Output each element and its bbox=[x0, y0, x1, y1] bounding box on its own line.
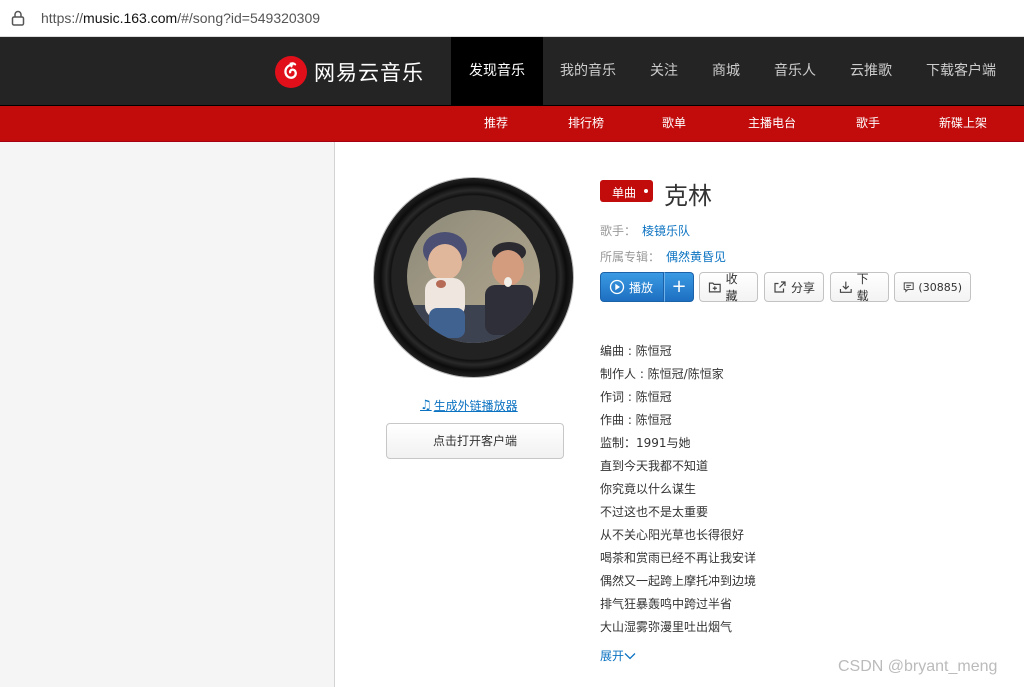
single-badge: 单曲 bbox=[600, 180, 653, 202]
song-title: 克林 bbox=[664, 182, 712, 210]
address-bar[interactable]: https://music.163.com/#/song?id=54932030… bbox=[0, 0, 1024, 37]
download-button[interactable]: 下载 bbox=[830, 272, 889, 303]
lyric-line: 偶然又一起跨上摩托冲到边境 bbox=[600, 574, 757, 588]
lyric-line: 排气狂暴轰鸣中跨过半省 bbox=[600, 597, 733, 611]
collect-label: 收藏 bbox=[725, 272, 738, 303]
generate-player-label: 生成外链播放器 bbox=[433, 399, 518, 413]
lyric-line: 喝茶和赏雨已经不再让我安详 bbox=[600, 551, 757, 565]
collect-button[interactable]: 收藏 bbox=[699, 272, 758, 303]
nav-discover[interactable]: 发现音乐 bbox=[451, 37, 543, 106]
download-label: 下载 bbox=[856, 272, 869, 303]
subnav-radio[interactable]: 主播电台 bbox=[748, 106, 796, 141]
expand-lyrics-link[interactable]: 展开 bbox=[600, 647, 636, 664]
nav-promote[interactable]: 云推歌 bbox=[833, 37, 909, 106]
top-nav-bar: 网易云音乐 发现音乐 我的音乐 关注 商城 音乐人 云推歌 下载客户端 bbox=[0, 37, 1024, 106]
artist-label: 歌手： bbox=[600, 224, 637, 238]
nav-download-client[interactable]: 下载客户端 bbox=[909, 37, 1013, 106]
comments-count: (30885) bbox=[918, 280, 962, 294]
lyrics-block: 编曲 : 陈恒冠 制作人 : 陈恒冠/陈恒家 作词 : 陈恒冠 作曲 : 陈恒冠… bbox=[600, 340, 756, 639]
subnav-new-albums[interactable]: 新碟上架 bbox=[939, 106, 987, 141]
lyric-line: 不过这也不是太重要 bbox=[600, 505, 709, 519]
sub-nav-bar: 推荐 排行榜 歌单 主播电台 歌手 新碟上架 bbox=[0, 106, 1024, 142]
collect-icon bbox=[708, 282, 721, 293]
share-button[interactable]: 分享 bbox=[764, 272, 824, 302]
share-icon bbox=[774, 281, 786, 293]
nav-follow[interactable]: 关注 bbox=[633, 37, 695, 106]
single-badge-label: 单曲 bbox=[612, 186, 637, 200]
lock-icon bbox=[11, 10, 25, 26]
album-label: 所属专辑： bbox=[600, 250, 661, 264]
lyric-line: 你究竟以什么谋生 bbox=[600, 482, 697, 496]
play-icon bbox=[609, 279, 625, 295]
expand-label: 展开 bbox=[600, 649, 625, 663]
add-to-playlist-button[interactable]: + bbox=[664, 272, 694, 302]
generate-player-link[interactable]: ♫ 生成外链播放器 bbox=[420, 397, 518, 414]
artist-link[interactable]: 棱镜乐队 bbox=[642, 224, 690, 238]
url-path: /#/song?id=549320309 bbox=[177, 10, 321, 26]
lyric-line: 编曲 : 陈恒冠 bbox=[600, 344, 672, 358]
album-row: 所属专辑： 偶然黄昏见 bbox=[600, 248, 726, 265]
music-note-icon: ♫ bbox=[420, 398, 432, 413]
open-client-button[interactable]: 点击打开客户端 bbox=[386, 423, 564, 459]
nav-my-music[interactable]: 我的音乐 bbox=[543, 37, 633, 106]
subnav-playlists[interactable]: 歌单 bbox=[662, 106, 686, 141]
lyric-line: 作曲 : 陈恒冠 bbox=[600, 413, 672, 427]
main-nav: 发现音乐 我的音乐 关注 商城 音乐人 云推歌 下载客户端 bbox=[451, 37, 1013, 106]
play-label: 播放 bbox=[629, 280, 654, 295]
lyric-line: 大山湿雾弥漫里吐出烟气 bbox=[600, 620, 733, 634]
url-host: music.163.com bbox=[83, 10, 178, 26]
brand-logo[interactable]: 网易云音乐 bbox=[275, 55, 424, 89]
lyric-line: 作词 : 陈恒冠 bbox=[600, 390, 672, 404]
netease-music-icon bbox=[275, 56, 307, 88]
watermark: CSDN @bryant_meng bbox=[838, 658, 998, 675]
artist-row: 歌手： 棱镜乐队 bbox=[600, 222, 690, 239]
nav-musician[interactable]: 音乐人 bbox=[757, 37, 833, 106]
url-prefix: https:// bbox=[41, 10, 84, 26]
download-icon bbox=[839, 281, 852, 293]
subnav-recommend[interactable]: 推荐 bbox=[484, 106, 508, 141]
comment-icon bbox=[903, 282, 914, 293]
lyric-line: 直到今天我都不知道 bbox=[600, 459, 709, 473]
comments-button[interactable]: (30885) bbox=[894, 272, 971, 302]
play-button[interactable]: 播放 bbox=[600, 272, 664, 302]
chevron-down-icon bbox=[624, 652, 636, 659]
album-cover bbox=[407, 210, 540, 343]
share-label: 分享 bbox=[791, 280, 816, 295]
url-text[interactable]: https://music.163.com/#/song?id=54932030… bbox=[41, 10, 320, 26]
badge-dot bbox=[644, 189, 648, 193]
nav-store[interactable]: 商城 bbox=[695, 37, 757, 106]
lyric-line: 制作人 : 陈恒冠/陈恒家 bbox=[600, 367, 724, 381]
lyric-line: 监制：1991与她 bbox=[600, 436, 691, 450]
brand-name: 网易云音乐 bbox=[314, 61, 424, 85]
subnav-artists[interactable]: 歌手 bbox=[856, 106, 880, 141]
left-empty-pane bbox=[0, 142, 334, 687]
album-link[interactable]: 偶然黄昏见 bbox=[666, 250, 726, 264]
lyric-line: 从不关心阳光草也长得很好 bbox=[600, 528, 745, 542]
subnav-charts[interactable]: 排行榜 bbox=[568, 106, 604, 141]
